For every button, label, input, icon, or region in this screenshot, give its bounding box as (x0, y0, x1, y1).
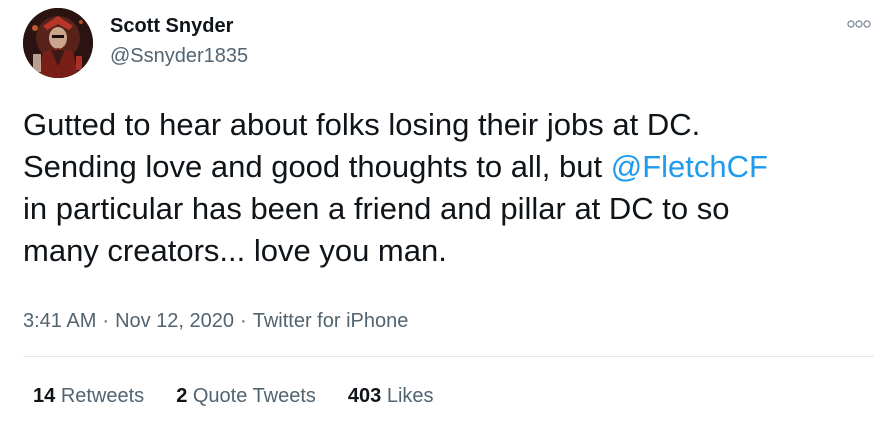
likes-stat[interactable]: 403 Likes (348, 382, 434, 410)
avatar[interactable] (23, 8, 93, 78)
tweet-line: in particular has been a friend and pill… (23, 191, 730, 226)
quote-tweets-stat[interactable]: 2 Quote Tweets (176, 382, 316, 410)
meta-separator: · (240, 310, 247, 332)
retweets-label: Retweets (60, 385, 145, 407)
more-options-icon[interactable] (846, 14, 872, 34)
retweets-stat[interactable]: 14 Retweets (33, 382, 144, 410)
tweet-line-text: Sending love and good thoughts to all, b… (23, 149, 611, 184)
tweet-source[interactable]: Twitter for iPhone (253, 310, 409, 332)
divider (23, 356, 874, 357)
tweet-stats: 14 Retweets 2 Quote Tweets 403 Likes (33, 382, 434, 410)
avatar-image (23, 8, 93, 78)
tweet-meta: 3:41 AM · Nov 12, 2020 · Twitter for iPhone (23, 307, 408, 335)
quote-tweets-label: Quote Tweets (192, 385, 316, 407)
retweets-count: 14 (33, 385, 56, 407)
author-name[interactable]: Scott Snyder (110, 12, 233, 40)
tweet-line: many creators... love you man. (23, 233, 447, 268)
tweet-date[interactable]: Nov 12, 2020 (115, 310, 234, 332)
tweet-line: Sending love and good thoughts to all, b… (23, 146, 863, 188)
likes-label: Likes (386, 385, 434, 407)
tweet-text: Gutted to hear about folks losing their … (23, 104, 863, 272)
mention-link[interactable]: @FletchCF (611, 149, 768, 184)
tweet-time[interactable]: 3:41 AM (23, 310, 96, 332)
likes-count: 403 (347, 385, 382, 407)
quote-tweets-count: 2 (176, 385, 188, 407)
meta-separator: · (102, 310, 110, 332)
author-handle[interactable]: @Ssnyder1835 (110, 42, 248, 70)
tweet-line: Gutted to hear about folks losing their … (23, 107, 701, 142)
